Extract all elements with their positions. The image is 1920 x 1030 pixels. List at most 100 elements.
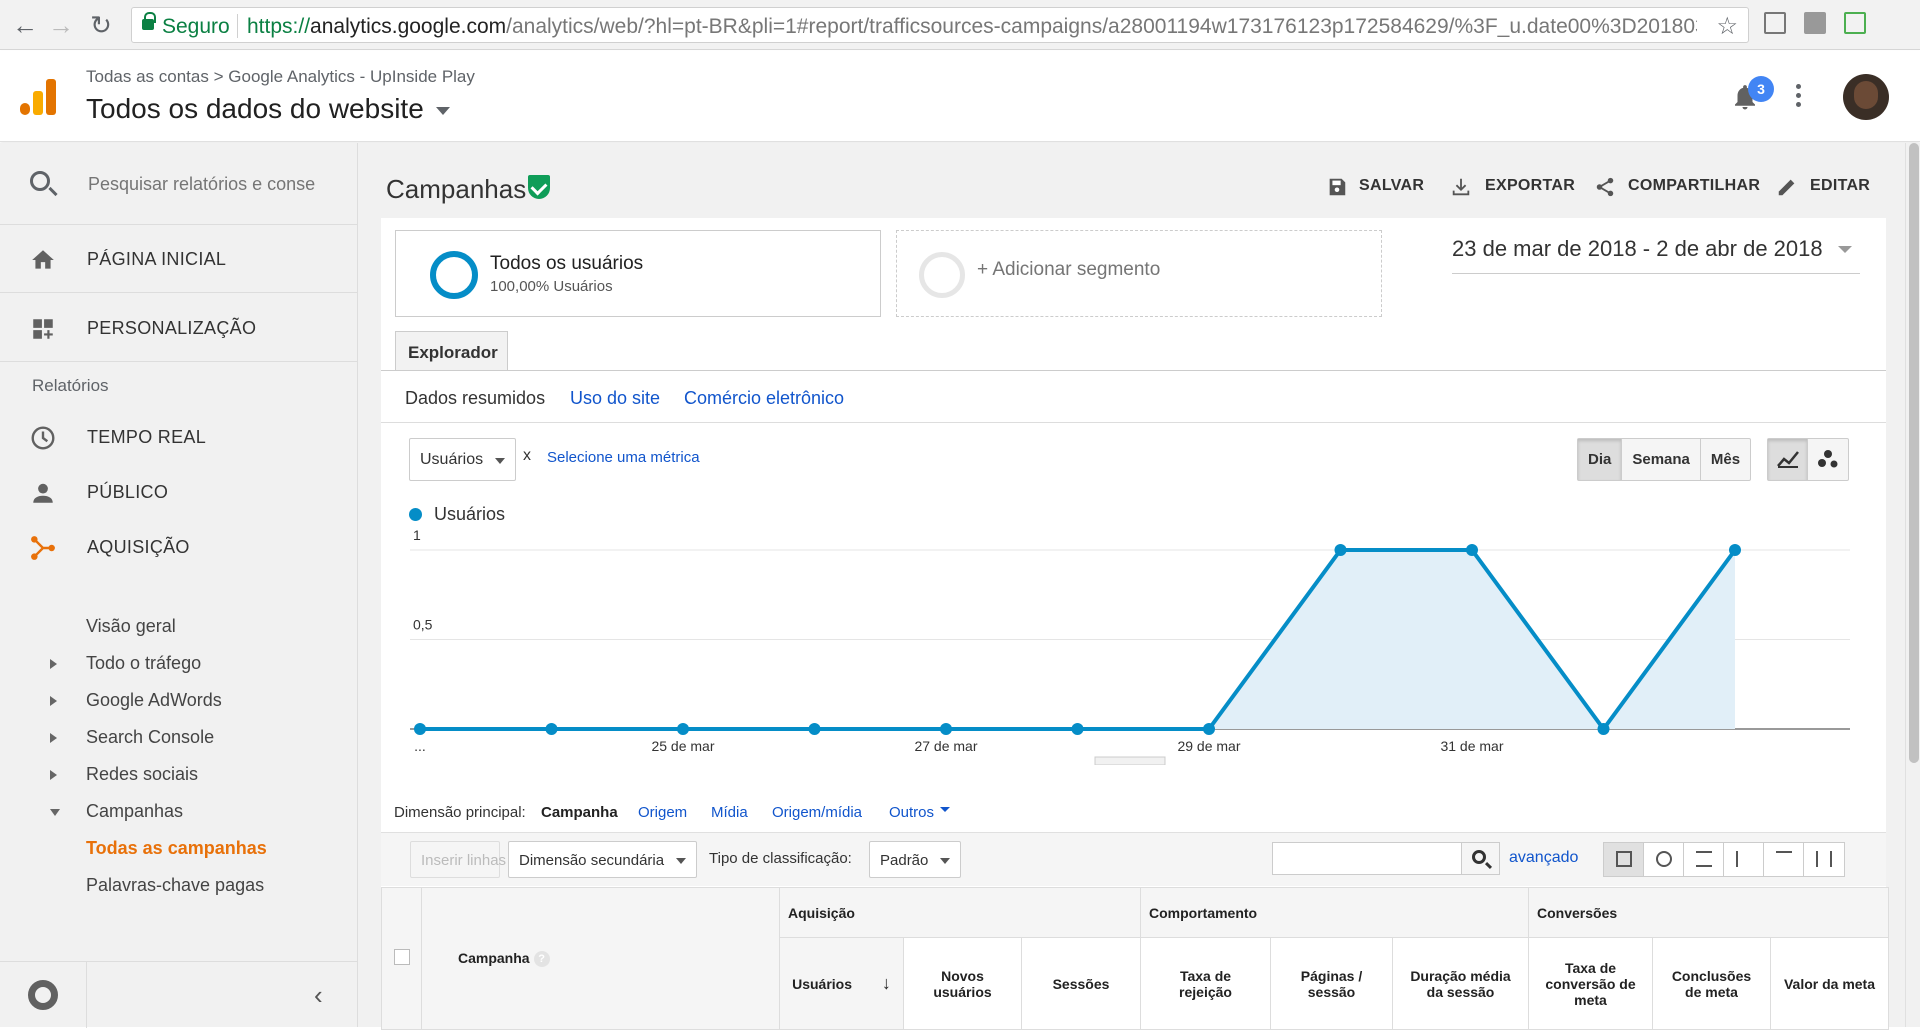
sidebar-acq-search-console[interactable]: Search Console — [86, 727, 214, 748]
collapse-arrow-icon[interactable] — [50, 809, 60, 816]
legend-label: Usuários — [434, 504, 506, 524]
sort-type-dropdown[interactable]: Padrão — [869, 841, 962, 878]
pivot-view-icon[interactable] — [1804, 843, 1844, 876]
home-icon — [32, 250, 54, 269]
bar-view-icon[interactable] — [1684, 843, 1724, 876]
metric-dropdown[interactable]: Usuários — [409, 438, 516, 481]
pencil-icon[interactable] — [1776, 176, 1798, 198]
share-button[interactable]: COMPARTILHAR — [1628, 177, 1760, 195]
period-week-button[interactable]: Semana — [1622, 439, 1701, 480]
term-cloud-icon[interactable] — [1764, 843, 1804, 876]
sidebar-item-realtime[interactable]: TEMPO REAL — [0, 409, 357, 465]
dimension-source[interactable]: Origem — [638, 804, 687, 821]
more-menu-icon[interactable] — [1796, 84, 1802, 110]
export-button[interactable]: EXPORTAR — [1485, 177, 1575, 195]
sidebar-acq-overview[interactable]: Visão geral — [86, 616, 176, 637]
select-all-checkbox[interactable] — [393, 949, 410, 965]
dimension-medium[interactable]: Mídia — [711, 804, 748, 821]
column-header-sessions[interactable]: Sessões — [1021, 937, 1141, 1030]
sidebar-acq-all-traffic[interactable]: Todo o tráfego — [86, 653, 201, 674]
period-day-button[interactable]: Dia — [1578, 439, 1623, 480]
dashboard-icon — [33, 319, 53, 339]
save-button[interactable]: SALVAR — [1359, 177, 1424, 195]
share-icon[interactable] — [1594, 176, 1616, 198]
expand-arrow-icon[interactable] — [50, 733, 57, 743]
date-range-picker[interactable]: 23 de mar de 2018 - 2 de abr de 2018 — [1452, 236, 1860, 274]
line-chart-icon[interactable] — [1768, 439, 1808, 480]
sidebar-item-acquisition[interactable]: AQUISIÇÃO — [0, 519, 357, 575]
verified-shield-icon — [528, 175, 550, 199]
tab-explorer[interactable]: Explorador — [395, 331, 508, 371]
column-header-bounce-rate[interactable]: Taxa de rejeição — [1140, 937, 1271, 1030]
column-header-goal-completions[interactable]: Conclusões de meta — [1652, 937, 1771, 1030]
sidebar: PÁGINA INICIAL PERSONALIZAÇÃO Relatórios… — [0, 143, 358, 1028]
dimension-source-medium[interactable]: Origem/mídia — [772, 804, 862, 821]
column-header-avg-session-duration[interactable]: Duração média da sessão — [1392, 937, 1529, 1030]
column-header-goal-value[interactable]: Valor da meta — [1770, 937, 1889, 1030]
save-icon[interactable] — [1326, 176, 1348, 198]
sort-type-label: Tipo de classificação: — [709, 850, 852, 867]
table-search-input[interactable] — [1272, 842, 1462, 875]
segment-all-users[interactable]: Todos os usuários 100,00% Usuários — [395, 230, 881, 317]
scrollbar[interactable] — [1905, 143, 1920, 1027]
subtab-ecommerce[interactable]: Comércio eletrônico — [684, 388, 844, 409]
select-metric-link[interactable]: Selecione uma métrica — [547, 449, 700, 466]
edit-button[interactable]: EDITAR — [1810, 177, 1870, 195]
period-toggle: Dia Semana Mês — [1577, 438, 1752, 481]
search-icon[interactable] — [1461, 842, 1500, 875]
bookmark-star-icon[interactable]: ☆ — [1716, 12, 1738, 41]
sidebar-item-audience[interactable]: PÚBLICO — [0, 464, 357, 520]
column-header-pages-per-session[interactable]: Páginas / sessão — [1270, 937, 1393, 1030]
subtab-site-usage[interactable]: Uso do site — [570, 388, 660, 409]
breadcrumb[interactable]: Todas as contas > Google Analytics - UpI… — [86, 67, 475, 87]
column-header-goal-conversion-rate[interactable]: Taxa de conversão de meta — [1528, 937, 1653, 1030]
expand-arrow-icon[interactable] — [50, 659, 57, 669]
view-selector[interactable]: Todos os dados do website — [86, 93, 450, 125]
expand-arrow-icon[interactable] — [50, 696, 57, 706]
sidebar-paid-keywords[interactable]: Palavras-chave pagas — [86, 875, 264, 896]
chevron-down-icon[interactable] — [940, 807, 950, 812]
secondary-dimension-dropdown[interactable]: Dimensão secundária — [508, 841, 698, 878]
address-bar[interactable]: Seguro https://analytics.google.com/anal… — [131, 7, 1749, 43]
period-month-button[interactable]: Mês — [1701, 439, 1750, 480]
dimension-campaign[interactable]: Campanha — [541, 804, 618, 821]
sidebar-acq-social[interactable]: Redes sociais — [86, 764, 198, 785]
help-icon[interactable]: ? — [533, 951, 550, 968]
add-segment-button[interactable]: + Adicionar segmento — [896, 230, 1382, 317]
reload-icon[interactable]: ↻ — [86, 10, 116, 40]
analytics-logo-icon[interactable] — [20, 79, 56, 115]
code-extension-icon[interactable] — [1804, 12, 1826, 34]
gear-icon[interactable] — [28, 980, 58, 1010]
data-table: Campanha? Aquisição Comportamento Conver… — [381, 887, 1889, 1030]
table-view-icon[interactable] — [1604, 843, 1644, 876]
chevron-left-icon[interactable]: ‹ — [314, 980, 323, 1011]
expand-arrow-icon[interactable] — [50, 770, 57, 780]
pie-view-icon[interactable] — [1644, 843, 1684, 876]
screenshot-extension-icon[interactable] — [1764, 12, 1786, 34]
notification-badge: 3 — [1748, 76, 1774, 102]
sidebar-item-label: TEMPO REAL — [87, 427, 207, 447]
sort-descending-icon[interactable]: ↓ — [882, 973, 891, 993]
sidebar-acq-adwords[interactable]: Google AdWords — [86, 690, 222, 711]
dimension-other[interactable]: Outros — [889, 804, 934, 821]
motion-chart-icon[interactable] — [1808, 439, 1848, 480]
sheet-extension-icon[interactable] — [1844, 12, 1866, 34]
export-icon[interactable] — [1450, 176, 1472, 198]
column-header-new-users[interactable]: Novos usuários — [903, 937, 1022, 1030]
sidebar-item-customization[interactable]: PERSONALIZAÇÃO — [0, 294, 357, 362]
subtab-summary[interactable]: Dados resumidos — [405, 388, 545, 409]
insert-rows-button[interactable]: Inserir linhas — [410, 841, 506, 878]
column-header-users[interactable]: Usuários ↓ — [779, 937, 904, 1030]
report-search-input[interactable] — [88, 169, 318, 199]
forward-icon[interactable]: → — [46, 10, 76, 40]
sidebar-item-home[interactable]: PÁGINA INICIAL — [0, 225, 357, 293]
avatar[interactable] — [1843, 74, 1889, 120]
url-text[interactable]: https://analytics.google.com/analytics/w… — [247, 15, 1697, 39]
users-line-chart: 1 0,5... 25 de mar 27 de mar 29 de mar 31 de … — [410, 527, 1850, 765]
sidebar-all-campaigns[interactable]: Todas as campanhas — [86, 838, 267, 859]
column-header-campaign[interactable]: Campanha? — [421, 887, 780, 1030]
advanced-filter-link[interactable]: avançado — [1509, 849, 1578, 867]
comparison-view-icon[interactable] — [1724, 843, 1764, 876]
back-icon[interactable]: ← — [10, 10, 40, 40]
sidebar-acq-campaigns[interactable]: Campanhas — [86, 801, 183, 822]
